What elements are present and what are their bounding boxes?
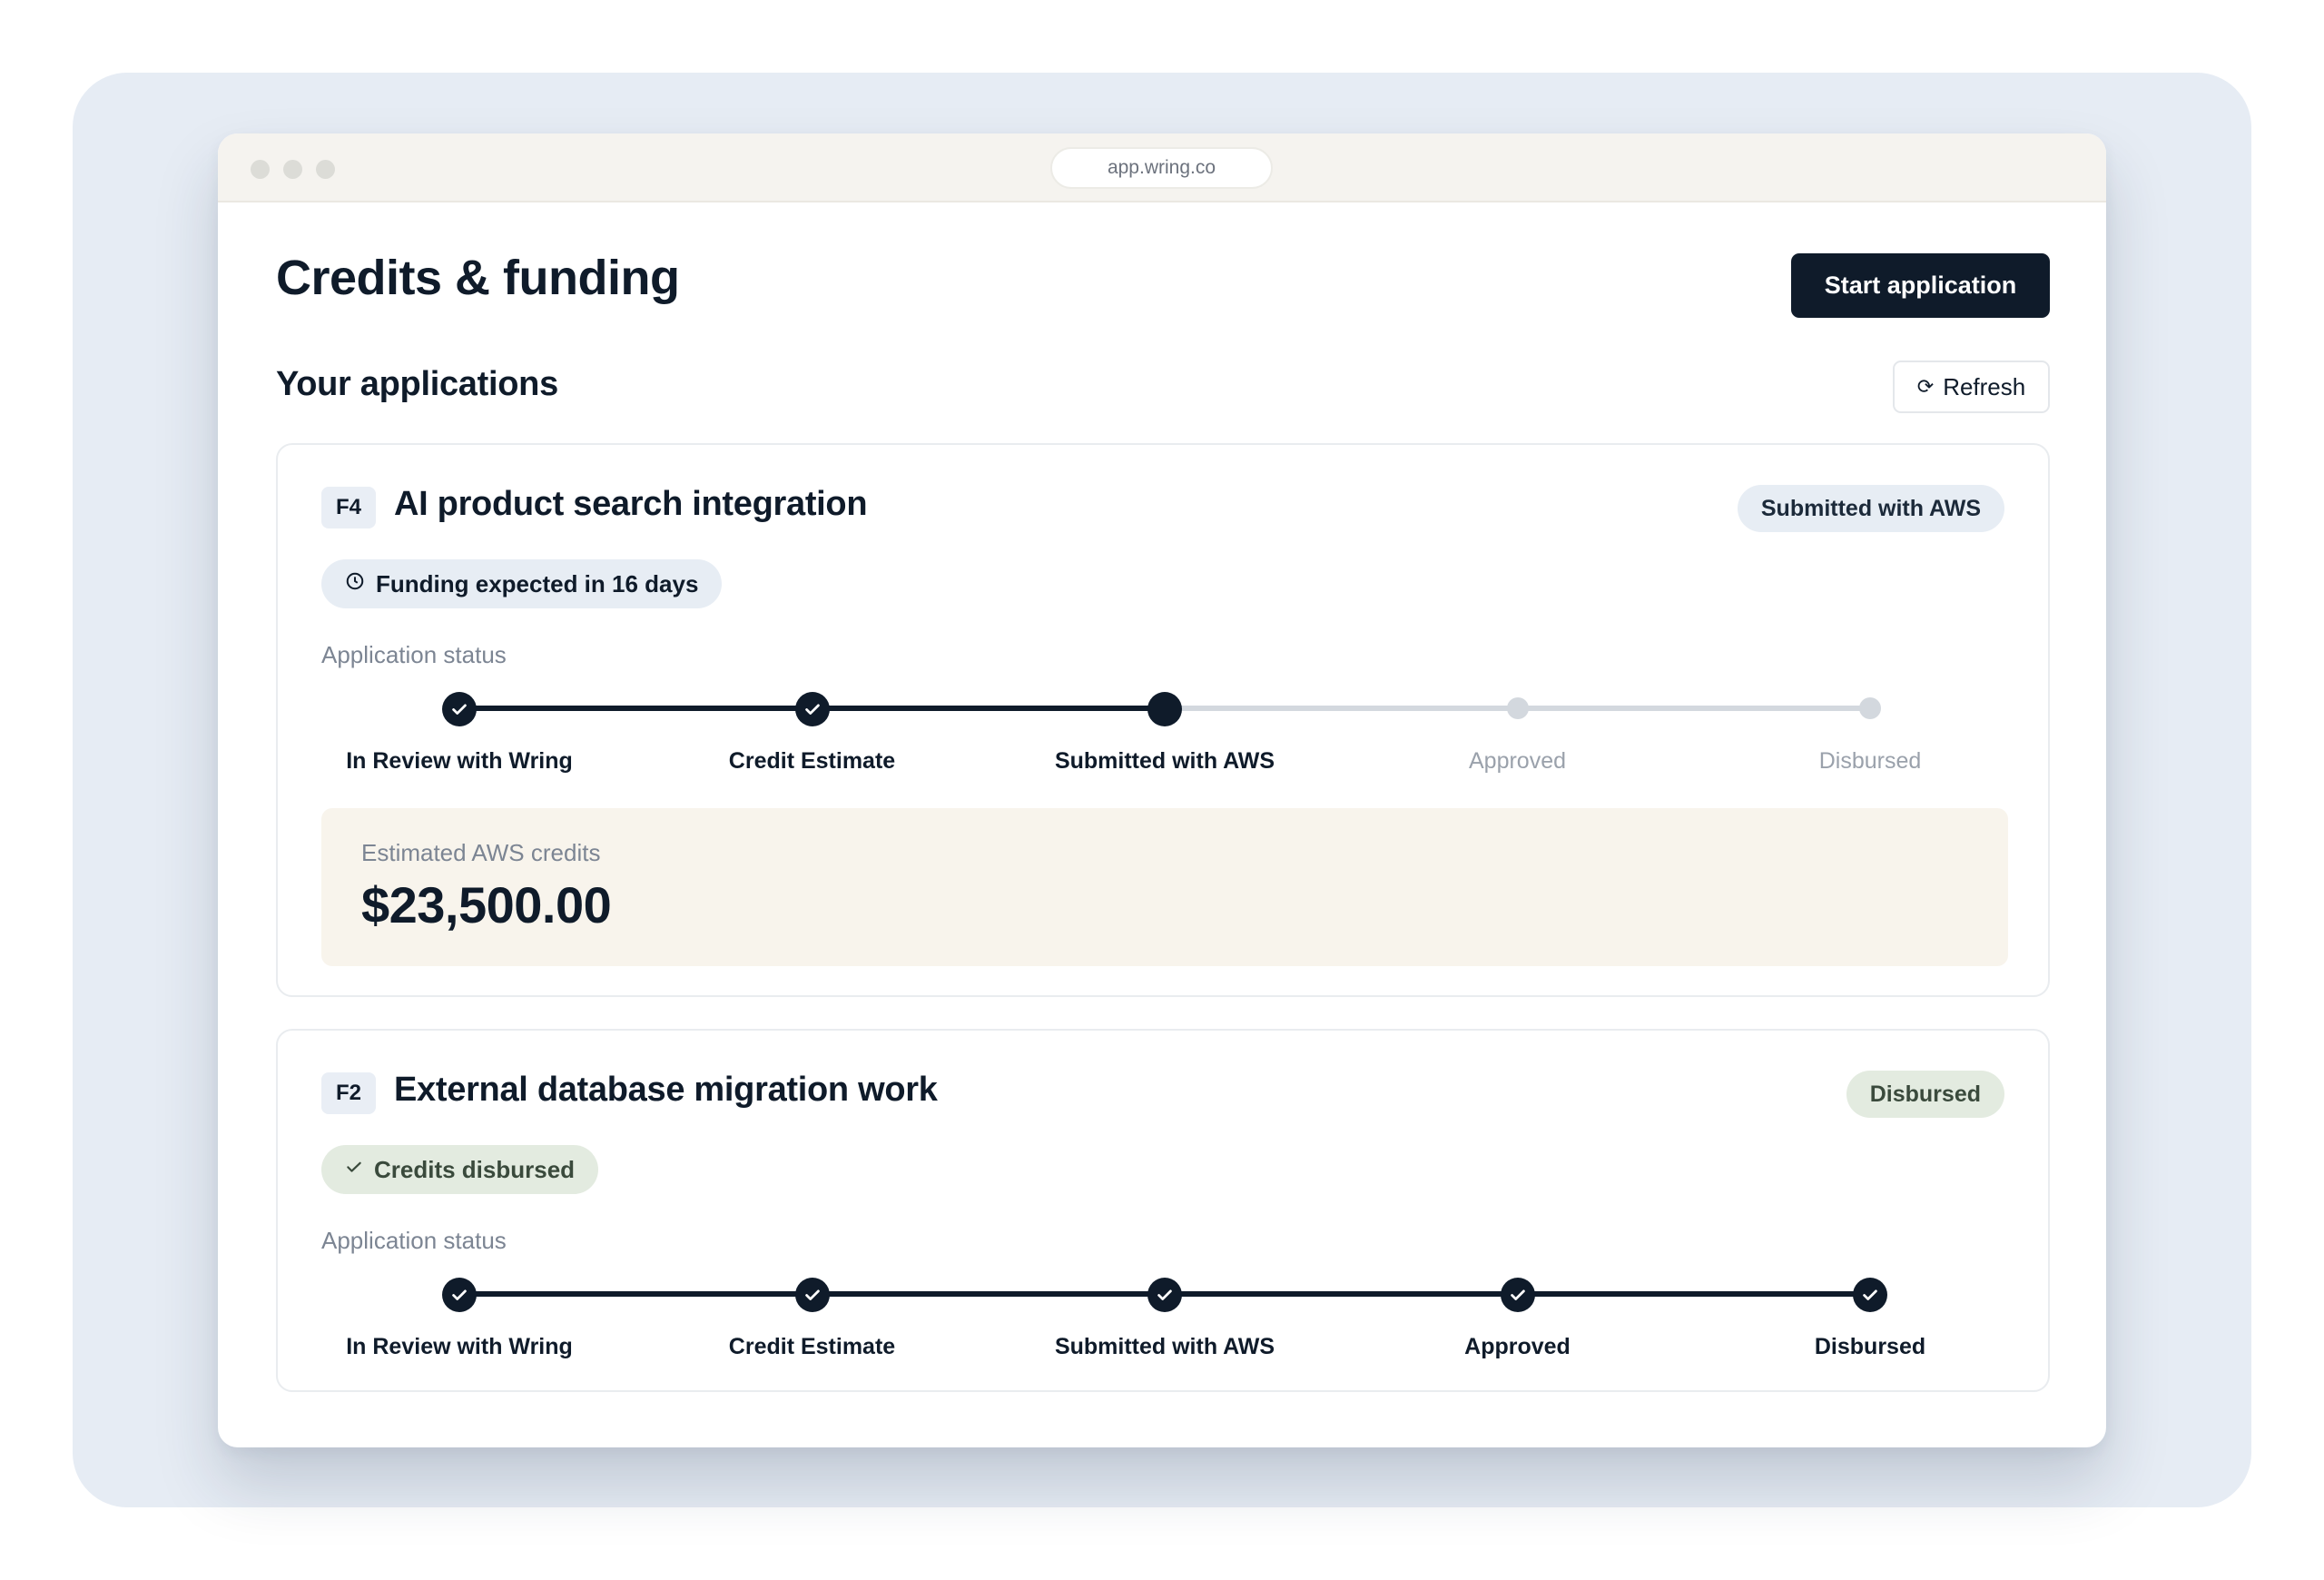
application-title: External database migration work <box>394 1071 938 1109</box>
pending-step-dot <box>1506 697 1529 719</box>
window-minimize-dot[interactable] <box>283 160 302 179</box>
application-status-label: Application status <box>321 1227 507 1254</box>
step-label: Approved <box>1464 1334 1571 1359</box>
status-badge: Submitted with AWS <box>1737 485 2004 532</box>
application-code: F4 <box>321 487 376 528</box>
step-label: Approved <box>1468 748 1567 774</box>
check-circle-icon <box>1853 1278 1887 1312</box>
app-content: Credits & funding Start application Your… <box>218 202 2106 1447</box>
section-title: Your applications <box>276 365 558 403</box>
window-close-dot[interactable] <box>251 160 270 179</box>
refresh-label: Refresh <box>1943 372 2026 400</box>
application-status-label: Application status <box>321 641 507 668</box>
application-card[interactable]: F4 AI product search integration Submitt… <box>276 443 2050 997</box>
application-code: F2 <box>321 1072 376 1114</box>
address-bar[interactable]: app.wring.co <box>1050 147 1273 189</box>
funding-expected-text: Funding expected in 16 days <box>376 569 699 597</box>
step-label: Credit Estimate <box>728 748 896 774</box>
check-circle-icon <box>442 1278 477 1312</box>
clock-icon <box>345 571 365 597</box>
check-circle-icon <box>794 692 830 726</box>
start-application-button[interactable]: Start application <box>1791 253 2050 318</box>
credits-disbursed-text: Credits disbursed <box>374 1155 576 1183</box>
step-label: Disbursed <box>1814 1334 1926 1359</box>
application-card[interactable]: F2 External database migration work Disb… <box>276 1029 2050 1392</box>
step-label: In Review with Wring <box>346 1334 573 1359</box>
check-circle-icon <box>442 692 477 726</box>
check-circle-icon <box>1147 1278 1182 1312</box>
current-step-dot <box>1147 692 1182 726</box>
step-label: Credit Estimate <box>728 1334 896 1359</box>
step-label: Submitted with AWS <box>1054 1334 1275 1359</box>
step-label: Disbursed <box>1818 748 1922 774</box>
browser-window: app.wring.co Credits & funding Start app… <box>218 133 2106 1447</box>
window-maximize-dot[interactable] <box>316 160 335 179</box>
check-icon <box>345 1158 363 1181</box>
estimate-label: Estimated AWS credits <box>361 839 601 866</box>
check-circle-icon <box>1500 1278 1535 1312</box>
application-status-stepper: In Review with Wring Credit Estimate Submi… <box>321 1274 2008 1359</box>
estimate-panel: Estimated AWS credits $23,500.00 <box>321 808 2008 966</box>
credits-disbursed-pill: Credits disbursed <box>321 1145 599 1194</box>
application-title: AI product search integration <box>394 485 868 523</box>
browser-titlebar: app.wring.co <box>218 133 2106 202</box>
refresh-icon: ⟳ <box>1916 375 1935 398</box>
step-label: Submitted with AWS <box>1054 748 1275 774</box>
refresh-button[interactable]: ⟳ Refresh <box>1893 360 2050 413</box>
check-circle-icon <box>794 1278 830 1312</box>
status-badge: Disbursed <box>1846 1071 2004 1118</box>
page-title: Credits & funding <box>276 251 680 305</box>
pending-step-dot <box>1859 697 1881 719</box>
step-label: In Review with Wring <box>346 748 573 774</box>
estimate-value: $23,500.00 <box>361 876 612 933</box>
application-status-stepper: In Review with Wring Credit Estimate Submi… <box>321 688 2008 774</box>
funding-expected-pill: Funding expected in 16 days <box>321 559 723 608</box>
